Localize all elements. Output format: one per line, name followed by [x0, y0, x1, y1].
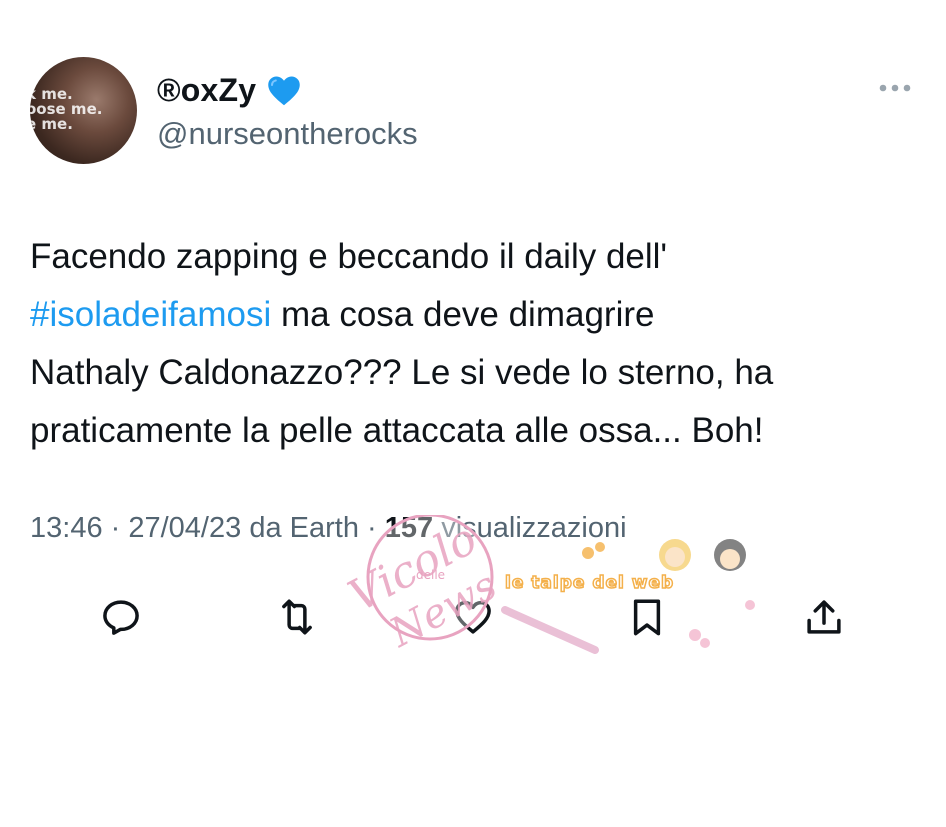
tweet-date[interactable]: 27/04/23 — [128, 512, 241, 544]
tweet-source[interactable]: Earth — [290, 512, 359, 544]
views-label: visualizzazioni — [441, 512, 627, 544]
tweet-line: praticamente la pelle attaccata alle oss… — [30, 411, 764, 450]
avatar[interactable]: k me. oose me. e me. — [30, 57, 137, 164]
tweet-meta: 13:46 · 27/04/23 da Earth · 157 visualiz… — [30, 512, 627, 544]
watermark-middle: delle — [416, 568, 445, 582]
tweet-time[interactable]: 13:46 — [30, 512, 103, 544]
display-name-text: ®oxZy — [157, 72, 257, 108]
bookmark-button[interactable] — [620, 590, 674, 644]
retweet-icon — [282, 599, 312, 635]
tweet-line: Facendo zapping e beccando il daily dell… — [30, 237, 668, 276]
avatar-text: k me. oose me. e me. — [30, 85, 103, 133]
like-icon — [455, 600, 491, 634]
tweet-line: Nathaly Caldonazzo??? Le si vede lo ster… — [30, 353, 774, 392]
watermark-brand: le talpe del web — [504, 572, 675, 594]
author-handle[interactable]: @nurseontherocks — [157, 116, 418, 152]
reply-icon — [103, 600, 139, 635]
more-options-icon[interactable] — [878, 80, 912, 96]
author-display-name[interactable]: ®oxZy — [157, 72, 302, 109]
blue-heart-icon — [268, 75, 301, 105]
retweet-button[interactable] — [270, 590, 324, 644]
reply-button[interactable] — [94, 590, 148, 644]
tweet-text: Facendo zapping e beccando il daily dell… — [30, 228, 930, 460]
tweet-line: #isoladeifamosi ma cosa deve dimagrire — [30, 286, 930, 344]
action-bar — [0, 590, 946, 646]
views-count: 157 — [384, 512, 434, 544]
share-button[interactable] — [797, 590, 851, 644]
share-icon — [807, 600, 841, 634]
hashtag-link[interactable]: #isoladeifamosi — [30, 295, 271, 334]
bookmark-icon — [633, 599, 661, 636]
like-button[interactable] — [446, 590, 500, 644]
source-prefix: da — [249, 512, 282, 544]
tweet-line-text: ma cosa deve dimagrire — [271, 295, 655, 334]
